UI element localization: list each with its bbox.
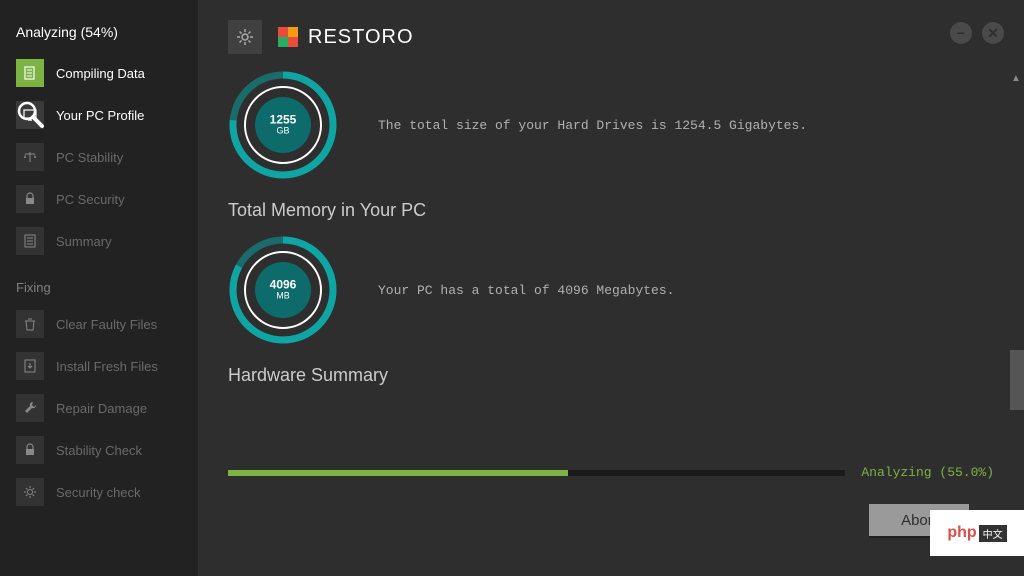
memory-title: Total Memory in Your PC bbox=[228, 200, 976, 221]
memory-unit: MB bbox=[270, 291, 297, 302]
lock-icon bbox=[16, 436, 44, 464]
minimize-button[interactable]: − bbox=[950, 22, 972, 44]
wrench-icon bbox=[16, 394, 44, 422]
scroll-up-icon[interactable]: ▲ bbox=[1008, 70, 1024, 86]
disk-description: The total size of your Hard Drives is 12… bbox=[378, 118, 807, 133]
sidebar-item-install[interactable]: Install Fresh Files bbox=[0, 345, 198, 387]
close-button[interactable]: ✕ bbox=[982, 22, 1004, 44]
sidebar-item-label: PC Stability bbox=[56, 150, 123, 165]
lock-icon bbox=[16, 185, 44, 213]
gear-icon bbox=[16, 478, 44, 506]
sidebar-item-stability[interactable]: PC Stability bbox=[0, 136, 198, 178]
sidebar-item-security-check[interactable]: Security check bbox=[0, 471, 198, 513]
sidebar-item-label: Summary bbox=[56, 234, 112, 249]
content-area: 1255 GB The total size of your Hard Driv… bbox=[198, 70, 1006, 576]
memory-value: 4096 bbox=[270, 279, 297, 291]
hardware-title: Hardware Summary bbox=[228, 365, 976, 386]
sidebar-item-clear[interactable]: Clear Faulty Files bbox=[0, 303, 198, 345]
download-icon bbox=[16, 352, 44, 380]
gear-icon bbox=[235, 27, 255, 47]
sidebar-item-label: Repair Damage bbox=[56, 401, 147, 416]
trash-icon bbox=[16, 310, 44, 338]
sidebar-item-label: Your PC Profile bbox=[56, 108, 144, 123]
disk-unit: GB bbox=[270, 126, 297, 137]
disk-gauge: 1255 GB bbox=[228, 70, 338, 180]
php-text: php bbox=[947, 524, 976, 542]
sidebar-item-compiling[interactable]: Compiling Data bbox=[0, 52, 198, 94]
logo-icon bbox=[278, 27, 298, 47]
analyzing-header: Analyzing (54%) bbox=[0, 18, 198, 52]
php-cn-badge: 中文 bbox=[979, 525, 1007, 542]
logo: RESTORO bbox=[278, 26, 414, 49]
fixing-label: Fixing bbox=[0, 262, 198, 303]
disk-row: 1255 GB The total size of your Hard Driv… bbox=[228, 70, 976, 180]
memory-description: Your PC has a total of 4096 Megabytes. bbox=[378, 283, 674, 298]
sidebar-item-label: Install Fresh Files bbox=[56, 359, 158, 374]
sidebar: Analyzing (54%) Compiling Data Your PC P… bbox=[0, 0, 198, 576]
sidebar-item-repair[interactable]: Repair Damage bbox=[0, 387, 198, 429]
settings-button[interactable] bbox=[228, 20, 262, 54]
main-panel: RESTORO − ✕ 1255 GB The total size of yo… bbox=[198, 0, 1024, 576]
window-controls: − ✕ bbox=[950, 22, 1004, 44]
memory-row: 4096 MB Your PC has a total of 4096 Mega… bbox=[228, 235, 976, 345]
topbar: RESTORO bbox=[198, 0, 1024, 64]
sidebar-item-summary[interactable]: Summary bbox=[0, 220, 198, 262]
progress-row: Analyzing (55.0%) bbox=[228, 465, 994, 480]
progress-label: Analyzing (55.0%) bbox=[861, 465, 994, 480]
sidebar-item-label: Stability Check bbox=[56, 443, 142, 458]
disk-value: 1255 bbox=[270, 114, 297, 126]
memory-gauge: 4096 MB bbox=[228, 235, 338, 345]
logo-text: RESTORO bbox=[308, 26, 414, 49]
scroll-thumb[interactable] bbox=[1010, 350, 1024, 410]
scrollbar[interactable]: ▲ ▼ bbox=[1008, 70, 1024, 544]
sidebar-item-security[interactable]: PC Security bbox=[0, 178, 198, 220]
scale-icon bbox=[16, 143, 44, 171]
sidebar-item-label: Clear Faulty Files bbox=[56, 317, 157, 332]
progress-bar bbox=[228, 470, 845, 476]
sidebar-item-label: Compiling Data bbox=[56, 66, 145, 81]
sidebar-item-label: PC Security bbox=[56, 192, 125, 207]
list-icon bbox=[16, 227, 44, 255]
progress-fill bbox=[228, 470, 568, 476]
sidebar-item-stability-check[interactable]: Stability Check bbox=[0, 429, 198, 471]
sidebar-item-label: Security check bbox=[56, 485, 141, 500]
document-icon bbox=[16, 59, 44, 87]
php-watermark: php 中文 bbox=[930, 510, 1024, 556]
sidebar-item-profile[interactable]: Your PC Profile bbox=[0, 94, 198, 136]
monitor-icon bbox=[16, 101, 44, 129]
